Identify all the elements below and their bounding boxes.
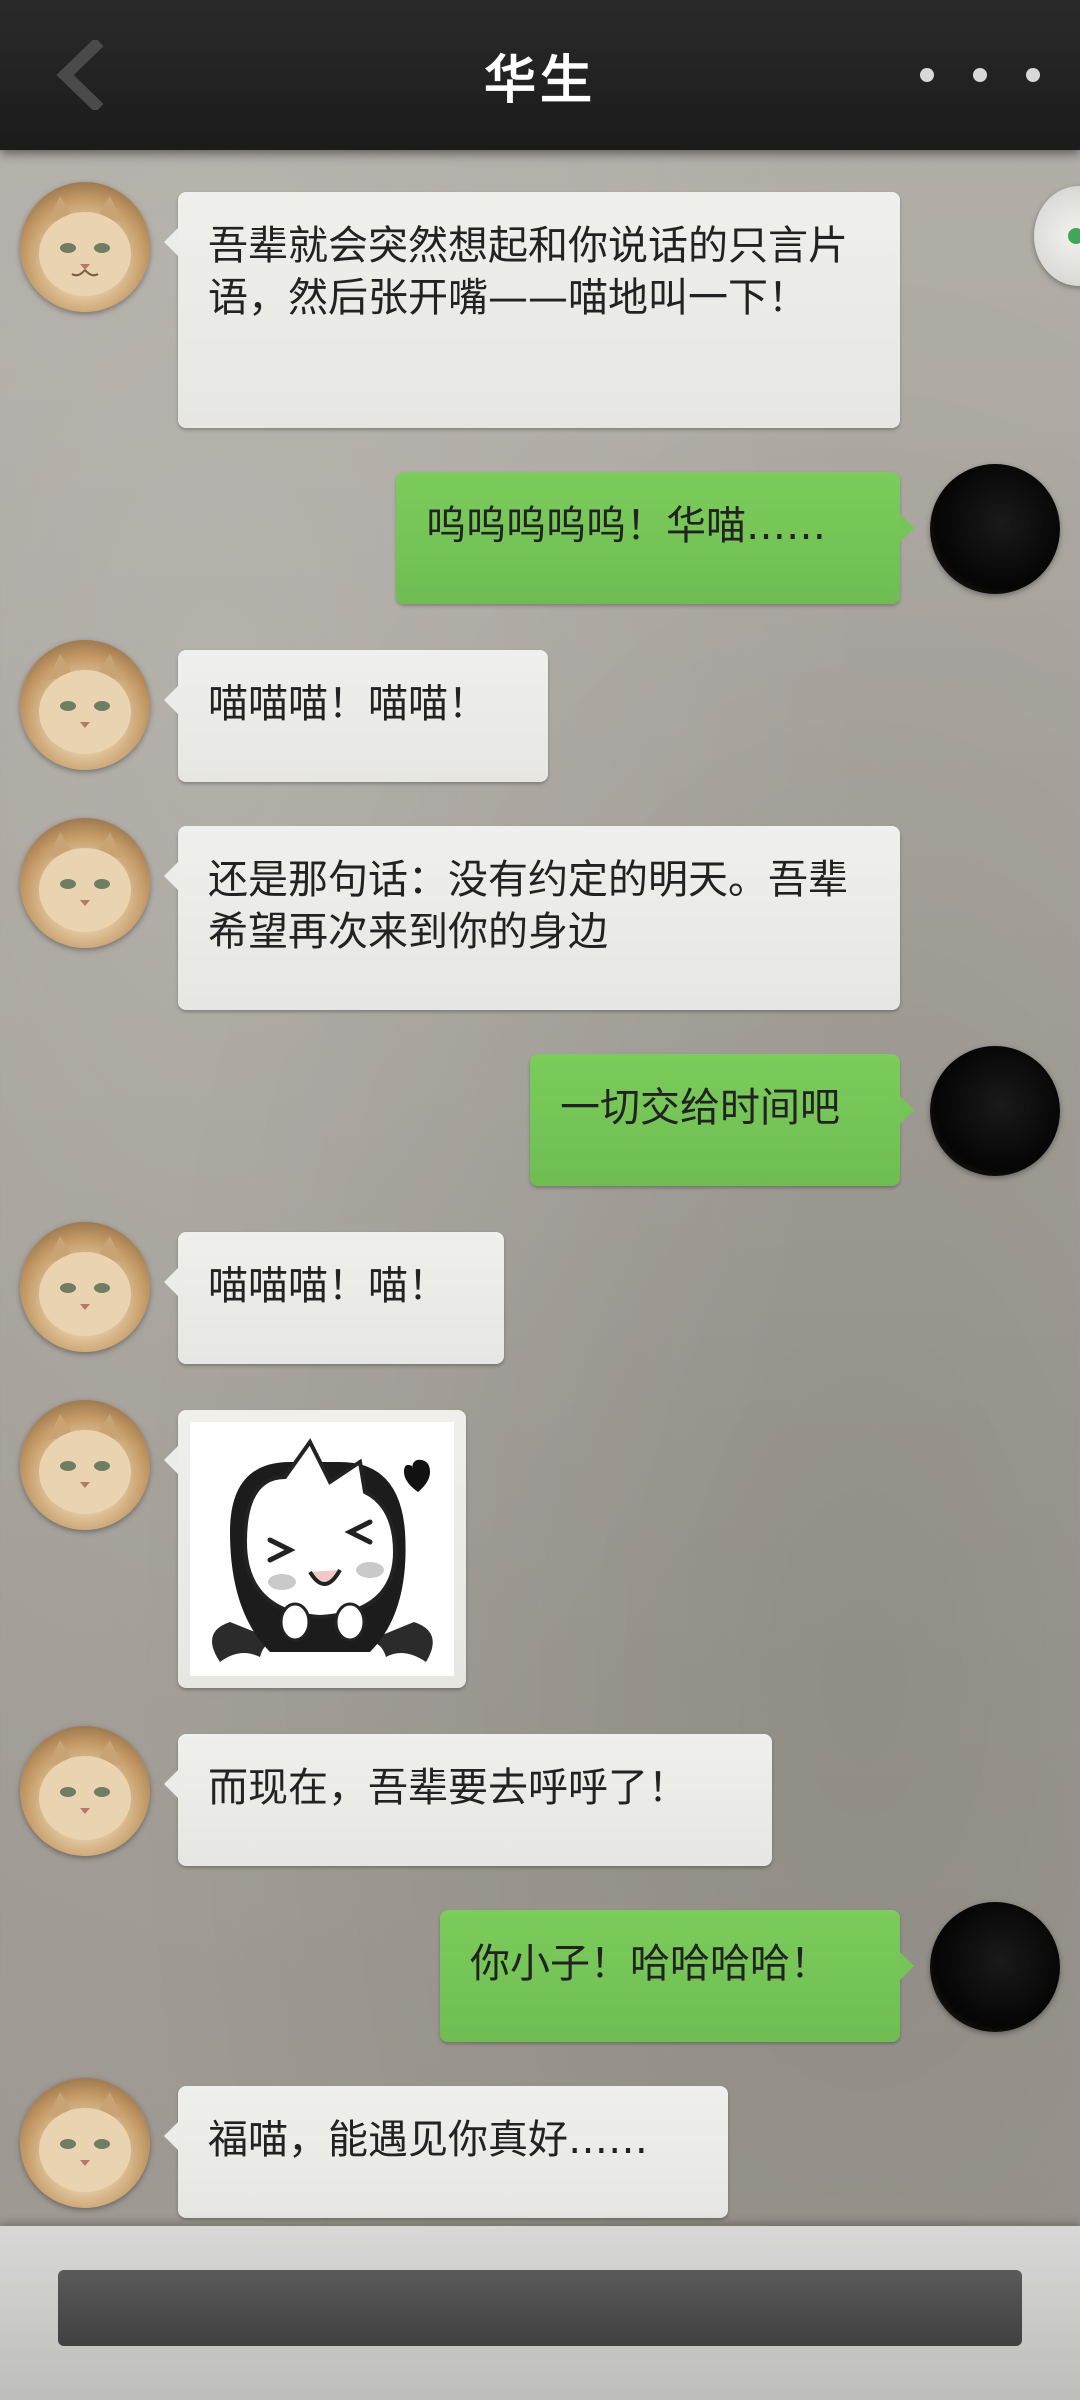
my-avatar[interactable] [930,1046,1060,1176]
more-dot-icon [973,68,987,82]
message-bubble-incoming[interactable]: 而现在，吾辈要去呼呼了！ [164,1734,772,1866]
cat-avatar-icon [39,196,131,296]
message-bubble-outgoing[interactable]: 一切交给时间吧 [530,1054,914,1186]
message-bubble-incoming[interactable]: 还是那句话：没有约定的明天。吾辈希望再次来到你的身边 [164,826,900,1010]
message-text: 吾辈就会突然想起和你说话的只言片语，然后张开嘴——喵地叫一下！ [208,223,848,321]
vampire-cat-sticker-icon [190,1422,454,1676]
message-bubble-outgoing[interactable]: 呜呜呜呜呜！华喵…… [396,472,914,604]
my-avatar[interactable] [930,464,1060,594]
contact-avatar[interactable] [20,1400,150,1530]
message-text: 喵喵喵！喵！ [208,1263,448,1309]
cat-avatar-icon [39,2092,131,2192]
contact-avatar[interactable] [20,2078,150,2208]
cat-avatar-icon [39,1740,131,1840]
message-bubble-incoming[interactable]: 喵喵喵！喵！ [164,1232,504,1364]
message-text: 而现在，吾辈要去呼呼了！ [208,1765,688,1811]
more-dot-icon [920,68,934,82]
sticker-bubble[interactable] [164,1410,466,1688]
message-bubble-incoming[interactable]: 福喵，能遇见你真好…… [164,2086,728,2218]
contact-avatar[interactable] [20,182,150,312]
message-text: 呜呜呜呜呜！华喵…… [426,503,826,549]
message-text: 福喵，能遇见你真好…… [208,2117,648,2163]
cat-avatar-icon [39,832,131,932]
message-bubble-incoming[interactable]: 吾辈就会突然想起和你说话的只言片语，然后张开嘴——喵地叫一下！ [164,192,900,428]
message-text: 一切交给时间吧 [560,1085,840,1131]
message-text: 你小子！哈哈哈哈！ [470,1941,830,1987]
input-bar [0,2226,1080,2400]
message-text: 喵喵喵！喵喵！ [208,681,488,727]
more-button[interactable] [920,40,1040,110]
chat-title: 华生 [483,49,596,111]
my-avatar[interactable] [930,1902,1060,2032]
contact-avatar[interactable] [20,640,150,770]
cat-avatar-icon [39,654,131,754]
contact-avatar[interactable] [20,1726,150,1856]
floating-assistant-handle[interactable] [1034,186,1080,286]
message-bubble-outgoing[interactable]: 你小子！哈哈哈哈！ [440,1910,914,2042]
contact-avatar[interactable] [20,818,150,948]
more-dot-icon [1026,68,1040,82]
contact-avatar[interactable] [20,1222,150,1352]
chat-header: 华生 [0,0,1080,150]
message-bubble-incoming[interactable]: 喵喵喵！喵喵！ [164,650,548,782]
cat-avatar-icon [39,1236,131,1336]
cat-avatar-icon [39,1414,131,1514]
message-input[interactable] [58,2270,1022,2346]
message-text: 还是那句话：没有约定的明天。吾辈希望再次来到你的身边 [208,857,848,955]
